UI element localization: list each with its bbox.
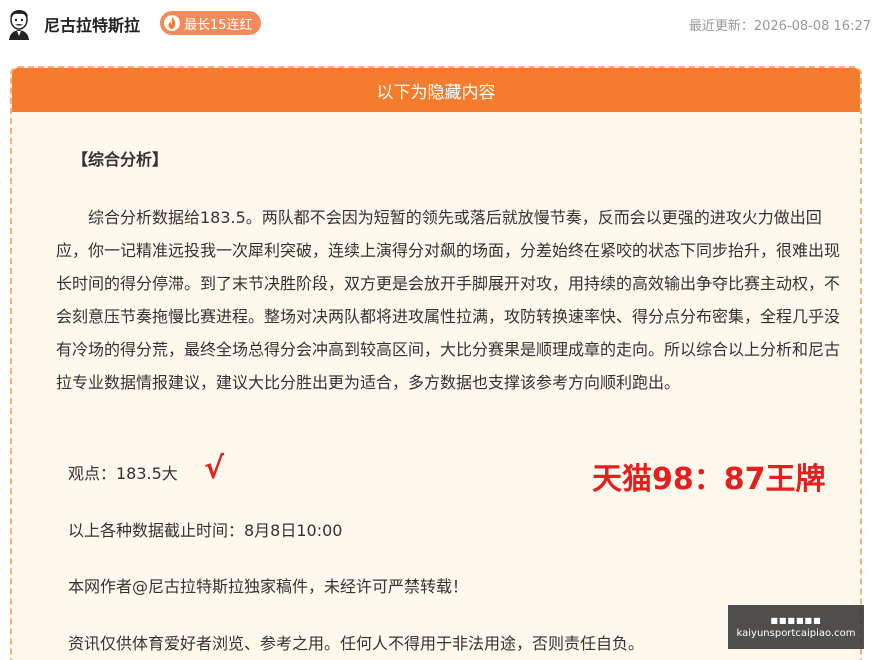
last-updated: 最近更新：2026-08-08 16:27 [688,19,871,34]
author-avatar[interactable] [4,8,34,40]
disclaimer-notice: 资讯仅供体育爱好者浏览、参考之用。任何人不得用于非法用途，否则责任自负。 [68,634,645,653]
prediction-view: 观点：183.5大 [68,464,178,483]
author-name[interactable]: 尼古拉特斯拉 [44,12,140,36]
watermark-url: kaiyunsportcaipiao.com [736,627,856,639]
copyright-notice: 本网作者@尼古拉特斯拉独家稿件，未经许可严禁转载！ [68,577,469,596]
data-cutoff-time: 以上各种数据截止时间：8月8日10:00 [68,521,343,540]
flame-icon [164,15,180,31]
check-mark: √ [204,451,225,486]
match-result: 天猫98：87王牌 [592,462,826,497]
section-title: 【综合分析】 [72,150,169,169]
site-watermark: ■■■■■■ kaiyunsportcaipiao.com [728,605,864,649]
streak-badge-label: 最长15连红 [184,17,253,33]
page-header: 尼古拉特斯拉 最长15连红 最近更新：2026-08-08 16:27 [0,0,875,48]
hidden-content-banner: 以下为隐藏内容 [12,68,860,112]
watermark-logo: ■■■■■■ [770,615,822,625]
streak-badge: 最长15连红 [160,11,261,35]
analysis-paragraph: 综合分析数据给183.5。两队都不会因为短暂的领先或落后就放慢节奏，反而会以更强… [56,208,841,392]
